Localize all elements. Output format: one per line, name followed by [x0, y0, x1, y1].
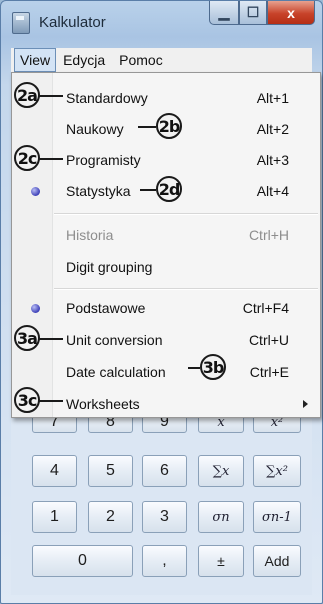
key-sigma-n[interactable]: σn [198, 501, 244, 533]
menu-item-label: Worksheets [66, 396, 140, 412]
key-sum-x[interactable]: ∑x [198, 455, 244, 487]
callout-3b: 3b [200, 354, 226, 380]
menu-item-date-calculation[interactable]: Date calculation Ctrl+E [12, 357, 320, 387]
menu-item-standard[interactable]: Standardowy Alt+1 [12, 83, 320, 113]
menu-item-shortcut: Ctrl+U [248, 332, 289, 348]
callout-line [39, 338, 63, 340]
key-add[interactable]: Add [253, 545, 301, 577]
menu-item-shortcut: Alt+2 [256, 121, 289, 137]
menu-item-history: Historia Ctrl+H [12, 220, 320, 250]
window-controls: ▁ ☐ x [209, 1, 315, 27]
menu-item-shortcut: Ctrl+H [248, 227, 289, 243]
menu-view[interactable]: View [14, 48, 57, 72]
menu-item-shortcut: Ctrl+F4 [242, 300, 289, 316]
radio-selected-icon [31, 187, 40, 196]
menu-item-label: Historia [66, 227, 114, 243]
key-2[interactable]: 2 [88, 501, 133, 533]
menu-help[interactable]: Pomoc [112, 49, 170, 71]
menu-item-shortcut: Alt+3 [256, 152, 289, 168]
close-button[interactable]: x [267, 1, 315, 25]
menu-separator [54, 288, 318, 290]
menu-item-label: Date calculation [66, 364, 166, 380]
maximize-button[interactable]: ☐ [239, 1, 267, 25]
title-bar[interactable]: Kalkulator ▁ ☐ x [1, 1, 322, 45]
menu-item-label: Programisty [66, 152, 141, 168]
callout-line [138, 126, 156, 128]
maximize-icon: ☐ [246, 4, 260, 20]
menu-item-label: Unit conversion [66, 332, 163, 348]
callout-3a: 3a [14, 325, 40, 351]
menu-item-worksheets[interactable]: Worksheets [12, 389, 320, 419]
menu-item-unit-conversion[interactable]: Unit conversion Ctrl+U [12, 325, 320, 355]
callout-2a: 2a [14, 82, 40, 108]
callout-3c: 3c [14, 387, 40, 413]
calculator-icon [12, 12, 30, 34]
callout-2c: 2c [14, 145, 40, 171]
key-5[interactable]: 5 [88, 455, 133, 487]
callout-line [39, 400, 63, 402]
close-icon: x [287, 4, 295, 21]
menu-separator [54, 213, 318, 215]
menu-item-label: Statystyka [66, 183, 131, 199]
key-1[interactable]: 1 [32, 501, 77, 533]
keypad: 7 8 9 x x² 4 5 6 ∑x ∑x² 1 2 3 σn σn-1 0 … [11, 411, 312, 595]
key-0[interactable]: 0 [32, 545, 133, 577]
menu-item-label: Standardowy [66, 90, 148, 106]
callout-2d: 2d [156, 176, 182, 202]
menu-item-label: Digit grouping [66, 259, 153, 275]
key-6[interactable]: 6 [142, 455, 187, 487]
menu-item-shortcut: Ctrl+E [249, 364, 289, 380]
callout-line [39, 158, 63, 160]
callout-line [39, 95, 63, 97]
menu-edit[interactable]: Edycja [56, 49, 112, 71]
callout-2b: 2b [156, 113, 182, 139]
key-4[interactable]: 4 [32, 455, 77, 487]
callout-line [140, 189, 156, 191]
menu-item-basic[interactable]: Podstawowe Ctrl+F4 [12, 293, 320, 323]
submenu-arrow-icon [303, 400, 308, 408]
menu-item-shortcut: Alt+4 [256, 183, 289, 199]
key-3[interactable]: 3 [142, 501, 187, 533]
callout-line [188, 367, 200, 369]
minimize-icon: ▁ [218, 4, 230, 20]
menu-item-label: Podstawowe [66, 300, 146, 316]
key-sigma-n-1[interactable]: σn-1 [253, 501, 301, 533]
minimize-button[interactable]: ▁ [209, 1, 239, 25]
menu-item-digit-grouping[interactable]: Digit grouping [12, 252, 320, 282]
menu-item-programmer[interactable]: Programisty Alt+3 [12, 145, 320, 175]
menu-item-label: Naukowy [66, 121, 124, 137]
key-decimal[interactable]: , [142, 545, 187, 577]
menu-bar: View Edycja Pomoc [11, 48, 312, 73]
radio-selected-icon [31, 304, 40, 313]
calculator-window: Kalkulator ▁ ☐ x View Edycja Pomoc 7 8 9… [0, 0, 323, 604]
key-negate[interactable]: ± [198, 545, 244, 577]
window-title: Kalkulator [39, 14, 106, 31]
menu-item-shortcut: Alt+1 [256, 90, 289, 106]
key-sum-x-sq[interactable]: ∑x² [253, 455, 301, 487]
